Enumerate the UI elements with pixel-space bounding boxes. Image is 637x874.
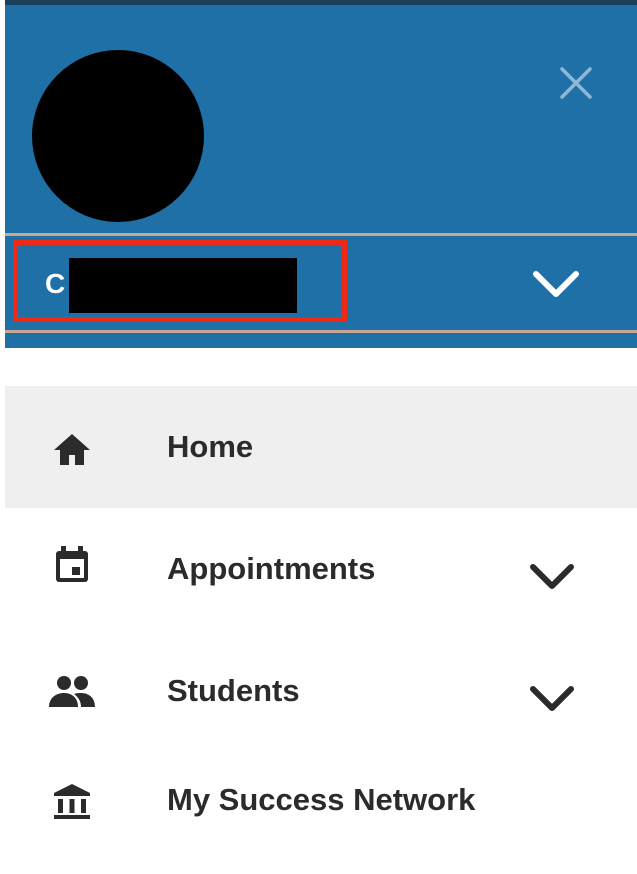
nav-item-label: Appointments — [167, 551, 376, 586]
nav-item-appointments[interactable]: Appointments — [5, 508, 637, 630]
nav-item-my-success-network[interactable]: My Success Network — [5, 752, 637, 874]
institution-icon — [54, 784, 90, 819]
nav-item-label: Students — [167, 673, 300, 708]
nav-item-students[interactable]: Students — [5, 630, 637, 752]
chevron-down-icon[interactable] — [528, 684, 576, 714]
nav-item-label: Home — [167, 429, 254, 464]
chevron-down-icon[interactable] — [528, 562, 576, 592]
nav-menu: Home Appointments Students My Success Ne… — [5, 386, 637, 874]
nav-item-label: My Success Network — [167, 782, 476, 817]
people-icon — [49, 676, 95, 707]
header-top-border — [5, 0, 637, 5]
divider — [5, 330, 637, 333]
user-menu-toggle[interactable] — [530, 266, 582, 302]
calendar-icon — [56, 546, 88, 582]
nav-item-home[interactable]: Home — [5, 386, 637, 508]
close-icon — [560, 67, 592, 99]
close-button[interactable] — [553, 60, 599, 106]
highlight-box — [13, 240, 347, 322]
home-icon — [54, 434, 90, 465]
chevron-down-icon — [533, 271, 579, 297]
avatar — [32, 50, 204, 222]
